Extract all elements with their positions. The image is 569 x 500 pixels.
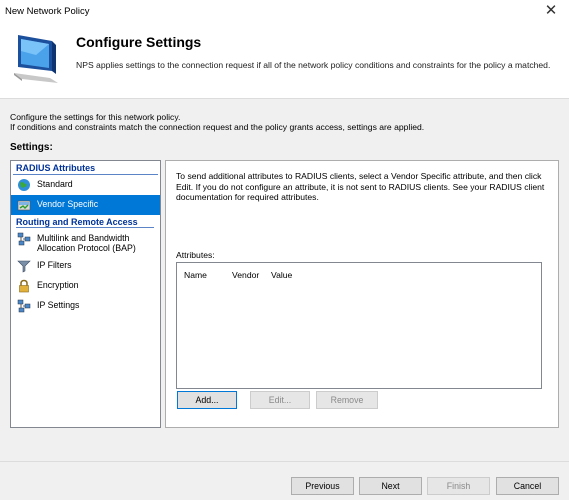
wizard-header: Configure Settings NPS applies settings … (0, 22, 569, 99)
tree-item-label: Multilink and Bandwidth Allocation Proto… (37, 233, 136, 253)
cancel-button[interactable]: Cancel (496, 477, 559, 495)
previous-button[interactable]: Previous (291, 477, 354, 495)
intro-line-2: If conditions and constraints match the … (10, 122, 425, 132)
column-header-vendor[interactable]: Vendor (232, 270, 259, 280)
attributes-label: Attributes: (176, 250, 215, 260)
tree-item-label: IP Filters (37, 260, 72, 270)
category-label: Routing and Remote Access (16, 217, 154, 228)
intro-line-1: Configure the settings for this network … (10, 112, 181, 122)
tree-item-vendor-specific[interactable]: Vendor Specific (11, 195, 160, 215)
network-icon (17, 232, 31, 246)
tree-item-standard[interactable]: Standard (11, 175, 160, 195)
tree-item-label: Standard (37, 179, 73, 189)
header-description: NPS applies settings to the connection r… (76, 60, 551, 70)
intro-text: Configure the settings for this network … (10, 112, 424, 132)
column-header-name[interactable]: Name (184, 270, 207, 280)
panel-description: To send additional attributes to RADIUS … (176, 171, 545, 202)
window-title: New Network Policy (5, 6, 90, 17)
server-icon (17, 200, 31, 211)
settings-tree[interactable]: RADIUS Attributes Standard Vendor Specif… (10, 160, 161, 428)
next-button[interactable]: Next (359, 477, 422, 495)
finish-button[interactable]: Finish (427, 477, 490, 495)
settings-label: Settings: (10, 142, 53, 153)
filter-icon (17, 260, 31, 273)
tree-item-ip-filters[interactable]: IP Filters (11, 256, 160, 276)
monitor-icon (14, 35, 58, 83)
globe-icon (18, 179, 30, 191)
vendor-specific-panel: To send additional attributes to RADIUS … (165, 160, 559, 428)
page-title: Configure Settings (76, 34, 202, 50)
lock-icon (19, 279, 29, 293)
add-button[interactable]: Add... (177, 391, 237, 409)
network-icon (17, 299, 31, 313)
tree-item-label: Encryption (37, 280, 79, 290)
close-icon[interactable]: ✕ (541, 1, 561, 21)
tree-item-label: Vendor Specific (37, 199, 99, 209)
footer-divider (0, 461, 569, 462)
tree-item-multilink-bap[interactable]: Multilink and Bandwidth Allocation Proto… (11, 229, 160, 256)
remove-button[interactable]: Remove (316, 391, 378, 409)
edit-button[interactable]: Edit... (250, 391, 310, 409)
tree-item-encryption[interactable]: Encryption (11, 276, 160, 296)
tree-item-label: IP Settings (37, 300, 80, 310)
title-bar: New Network Policy ✕ (0, 0, 569, 22)
tree-item-ip-settings[interactable]: IP Settings (11, 296, 160, 316)
attributes-list[interactable]: Name Vendor Value (176, 262, 542, 389)
category-routing-remote-access: Routing and Remote Access (13, 215, 158, 229)
column-header-value[interactable]: Value (271, 270, 292, 280)
category-radius-attributes: RADIUS Attributes (13, 161, 158, 175)
